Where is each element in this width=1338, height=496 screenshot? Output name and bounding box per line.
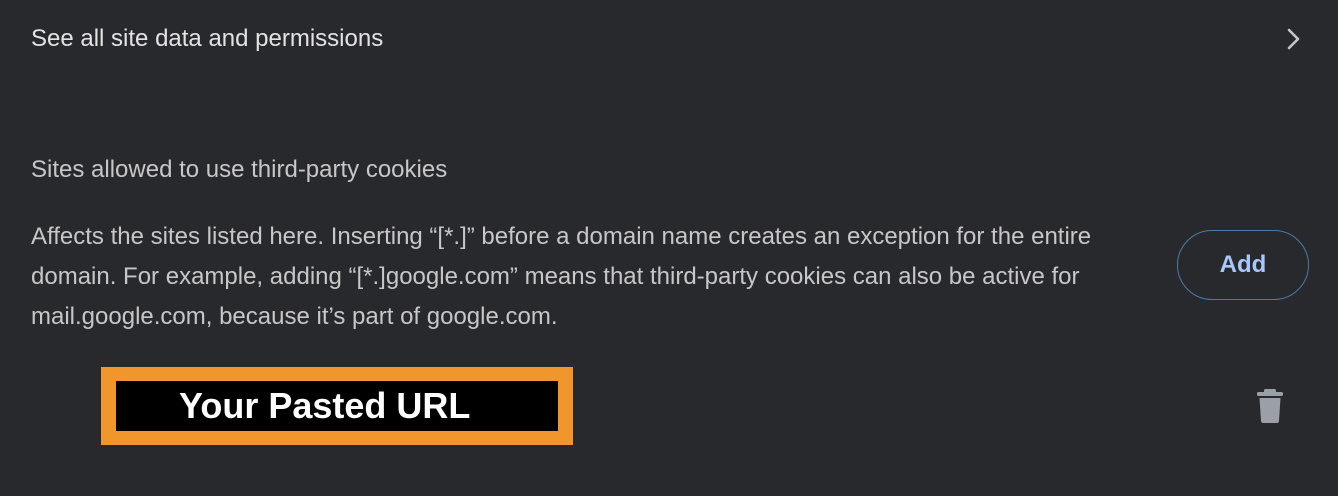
site-list-item: Your Pasted URL (0, 362, 1338, 452)
see-all-site-data-label: See all site data and permissions (31, 25, 384, 52)
section-title: Sites allowed to use third-party cookies (31, 156, 448, 183)
site-url: Your Pasted URL (116, 381, 558, 431)
see-all-site-data-row[interactable]: See all site data and permissions (0, 0, 1338, 80)
url-highlight-frame: Your Pasted URL (101, 367, 573, 445)
trash-icon[interactable] (1255, 388, 1285, 424)
chevron-right-icon (1287, 28, 1300, 50)
cookie-settings-page: See all site data and permissions Sites … (0, 0, 1338, 496)
add-site-button[interactable]: Add (1177, 230, 1309, 300)
section-description: Affects the sites listed here. Inserting… (31, 223, 1092, 330)
